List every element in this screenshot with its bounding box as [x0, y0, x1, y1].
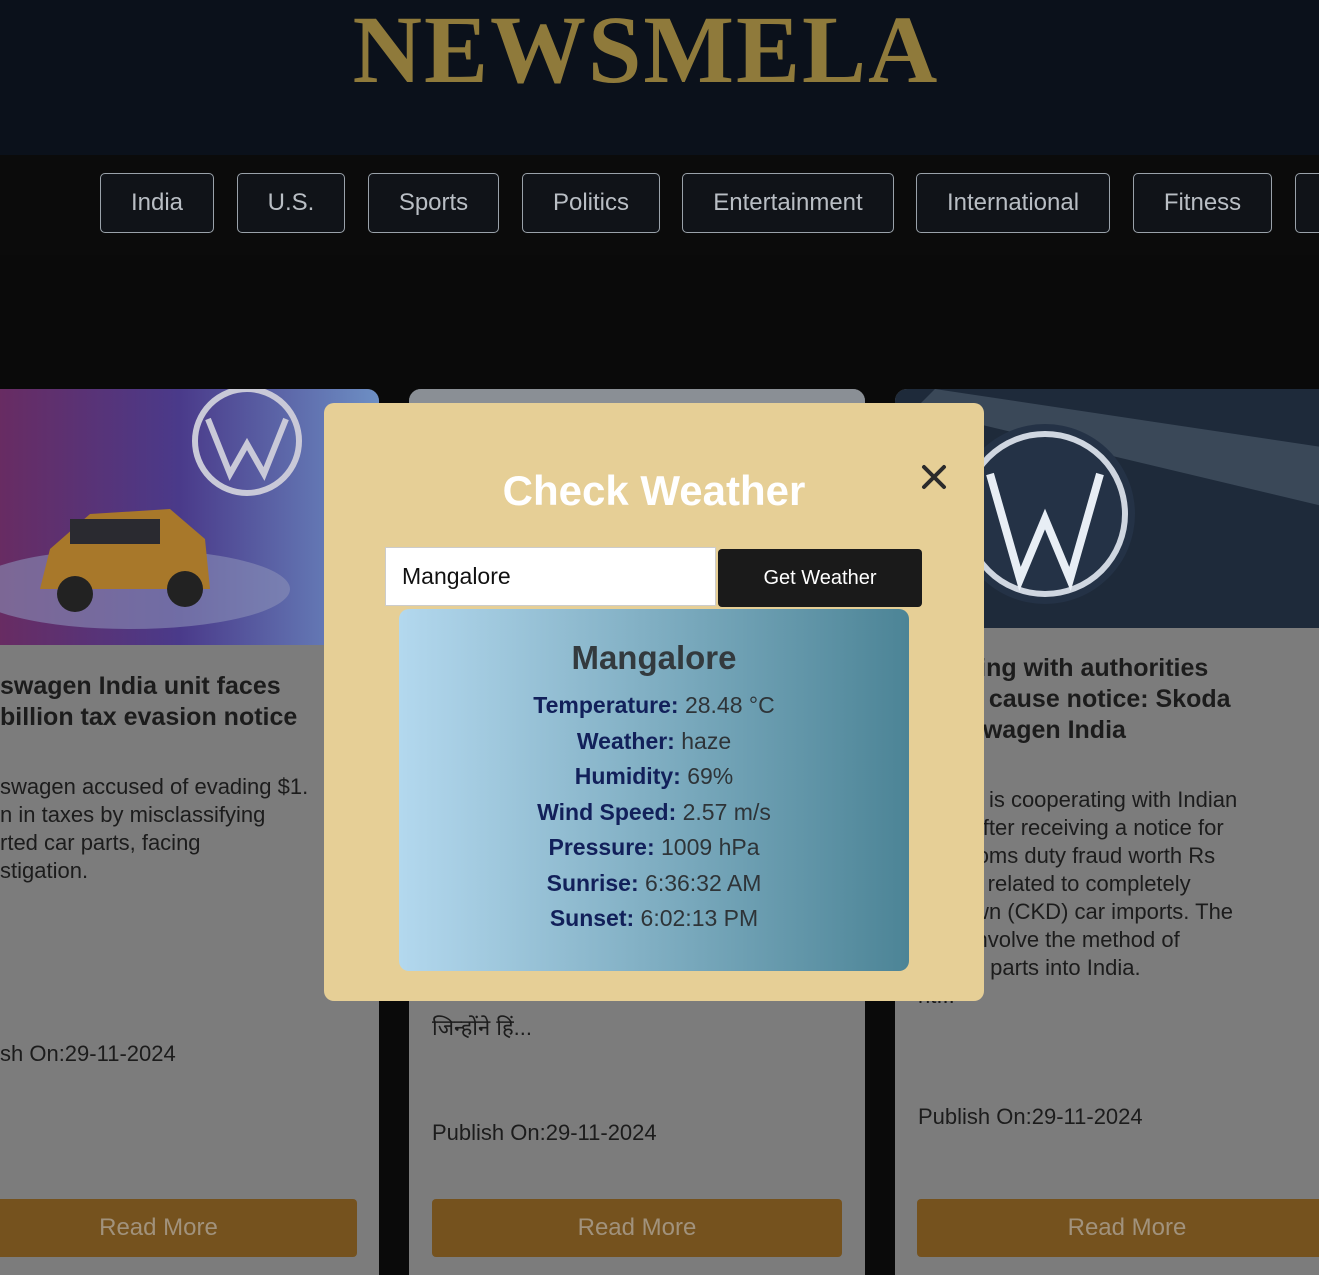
news-desc-line: stigation.	[0, 858, 89, 883]
weather-row-temperature: Temperature: 28.48 °C	[399, 692, 909, 719]
weather-row-wind-speed: Wind Speed: 2.57 m/s	[399, 799, 909, 826]
weather-value: haze	[681, 728, 732, 754]
site-logo[interactable]: NEWSMELA	[0, 0, 1292, 105]
news-desc-line: swagen accused of evading $1.	[0, 774, 309, 799]
news-description: swagen accused of evading $1. n in taxes…	[0, 773, 308, 885]
city-input[interactable]	[385, 547, 716, 606]
weather-value: 6:36:32 AM	[645, 870, 762, 896]
nav-item-international[interactable]: International	[916, 173, 1110, 233]
nav-item-more[interactable]	[1295, 173, 1319, 233]
weather-city: Mangalore	[571, 639, 737, 676]
weather-label: Weather:	[576, 728, 675, 754]
nav-item-fitness[interactable]: Fitness	[1133, 173, 1272, 233]
weather-label: Sunset:	[549, 905, 635, 931]
news-desc-line: n in taxes by misclassifying	[0, 802, 266, 827]
nav-item-politics[interactable]: Politics	[522, 173, 660, 233]
weather-value: 69%	[687, 763, 734, 789]
news-desc-line: rted car parts, facing	[0, 830, 201, 855]
read-more-button[interactable]: Read More	[0, 1199, 357, 1257]
weather-row-sunrise: Sunrise: 6:36:32 AM	[399, 870, 909, 897]
read-more-button[interactable]: Read More	[917, 1199, 1319, 1257]
news-image[interactable]	[0, 389, 379, 645]
weather-result: Mangalore Temperature: 28.48 °C Weather:…	[399, 609, 909, 971]
weather-row-pressure: Pressure: 1009 hPa	[399, 834, 909, 861]
modal-title: Check Weather	[502, 467, 806, 514]
news-title-line: swagen India unit faces	[0, 672, 281, 700]
weather-value: 1009 hPa	[661, 834, 760, 860]
weather-label: Pressure:	[548, 834, 655, 860]
nav-item-sports[interactable]: Sports	[368, 173, 499, 233]
weather-value: 28.48 °C	[684, 692, 775, 718]
category-nav: India U.S. Sports Politics Entertainment…	[0, 155, 1319, 255]
site-header: NEWSMELA	[0, 0, 1319, 155]
news-description: जिन्होंने हिं...	[432, 1014, 532, 1042]
weather-label: Sunrise:	[546, 870, 639, 896]
news-card: swagen India unit faces billion tax evas…	[0, 389, 379, 1275]
close-icon[interactable]	[920, 463, 948, 491]
get-weather-button[interactable]: Get Weather	[718, 549, 922, 607]
nav-item-us[interactable]: U.S.	[237, 173, 345, 233]
news-title[interactable]: swagen India unit faces billion tax evas…	[0, 671, 297, 733]
news-title-line: billion tax evasion notice	[0, 703, 298, 731]
publish-date: Publish On:29-11-2024	[918, 1104, 1143, 1129]
publish-date: Publish On:29-11-2024	[432, 1120, 657, 1145]
weather-label: Temperature:	[533, 692, 679, 718]
read-more-button[interactable]: Read More	[432, 1199, 842, 1257]
weather-row-condition: Weather: haze	[399, 728, 909, 755]
publish-date: sh On:29-11-2024	[0, 1041, 176, 1066]
weather-label: Humidity:	[574, 763, 681, 789]
weather-label: Wind Speed:	[537, 799, 677, 825]
weather-modal: Check Weather Get Weather Mangalore Temp…	[324, 403, 984, 1001]
weather-row-humidity: Humidity: 69%	[399, 763, 909, 790]
nav-item-india[interactable]: India	[100, 173, 214, 233]
weather-value: 6:02:13 PM	[640, 905, 759, 931]
news-desc-line: जिन्होंने हिं...	[432, 1015, 533, 1040]
weather-row-sunset: Sunset: 6:02:13 PM	[399, 905, 909, 932]
nav-item-entertainment[interactable]: Entertainment	[682, 173, 894, 233]
weather-value: 2.57 m/s	[682, 799, 771, 825]
